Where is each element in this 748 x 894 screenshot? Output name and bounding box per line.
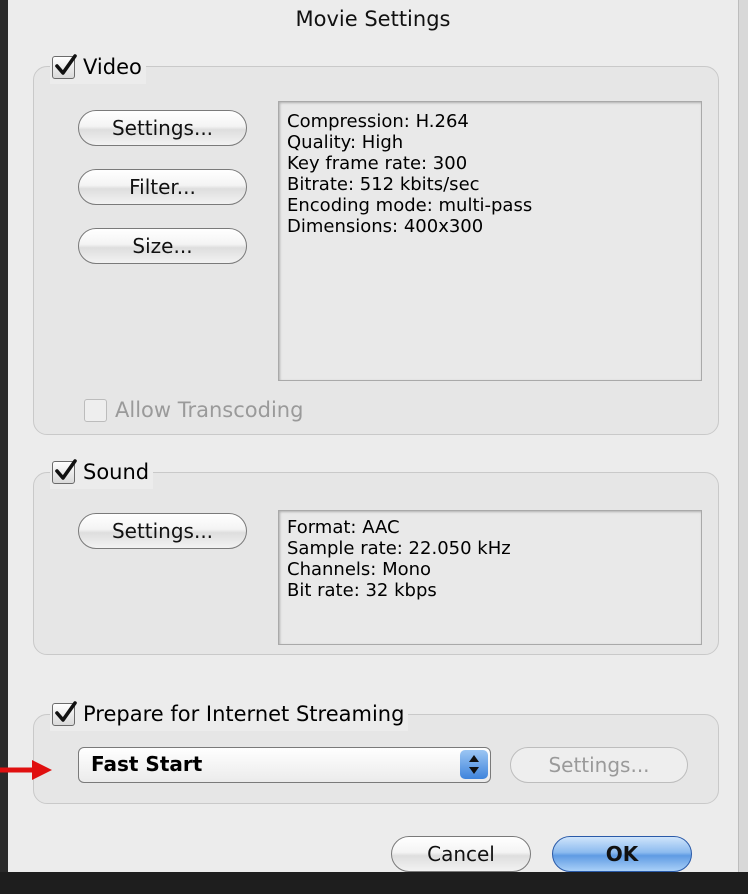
- streaming-mode-select[interactable]: Fast Start: [78, 747, 491, 783]
- video-info-line: Encoding mode: multi-pass: [287, 195, 533, 216]
- allow-transcoding-option[interactable]: Allow Transcoding: [84, 395, 303, 425]
- checkmark-icon: [55, 53, 77, 75]
- red-arrow-icon: [0, 758, 54, 786]
- video-filter-button[interactable]: Filter...: [78, 169, 247, 205]
- checkmark-icon: [55, 458, 77, 480]
- window-edge-bottom: [0, 872, 748, 894]
- sound-info-line: Channels: Mono: [287, 559, 432, 580]
- sound-info-line: Bit rate: 32 kbps: [287, 580, 437, 601]
- sound-legend: Sound: [50, 455, 154, 489]
- video-checkbox[interactable]: [52, 53, 77, 79]
- ok-button[interactable]: OK: [552, 836, 692, 872]
- streaming-mode-value: Fast Start: [91, 752, 203, 776]
- video-info-line: Compression: H.264: [287, 111, 469, 132]
- window-edge-right: [738, 0, 748, 894]
- video-info-line: Key frame rate: 300: [287, 153, 468, 174]
- streaming-checkbox[interactable]: [52, 700, 77, 726]
- dialog-title: Movie Settings: [295, 7, 451, 31]
- checkmark-icon: [55, 700, 77, 722]
- sound-info-line: Format: AAC: [287, 517, 400, 538]
- video-legend: Video: [50, 50, 146, 84]
- video-settings-button[interactable]: Settings...: [78, 110, 247, 146]
- video-label: Video: [83, 55, 142, 79]
- streaming-legend: Prepare for Internet Streaming: [50, 697, 409, 731]
- streaming-label: Prepare for Internet Streaming: [83, 702, 405, 726]
- sound-checkbox[interactable]: [52, 458, 77, 484]
- video-info-line: Dimensions: 400x300: [287, 216, 484, 237]
- sound-info-box: Format: AAC Sample rate: 22.050 kHz Chan…: [278, 510, 702, 645]
- video-size-button[interactable]: Size...: [78, 228, 247, 264]
- video-info-box: Compression: H.264 Quality: High Key fra…: [278, 101, 702, 381]
- cancel-button[interactable]: Cancel: [391, 836, 531, 872]
- popup-stepper-icon: [460, 750, 488, 779]
- allow-transcoding-checkbox[interactable]: [84, 398, 107, 422]
- streaming-settings-button[interactable]: Settings...: [510, 747, 688, 783]
- sound-label: Sound: [83, 460, 150, 484]
- sound-info-line: Sample rate: 22.050 kHz: [287, 538, 511, 559]
- video-info-line: Quality: High: [287, 132, 404, 153]
- video-info-line: Bitrate: 512 kbits/sec: [287, 174, 480, 195]
- sound-settings-button[interactable]: Settings...: [78, 513, 247, 549]
- allow-transcoding-label: Allow Transcoding: [115, 398, 304, 422]
